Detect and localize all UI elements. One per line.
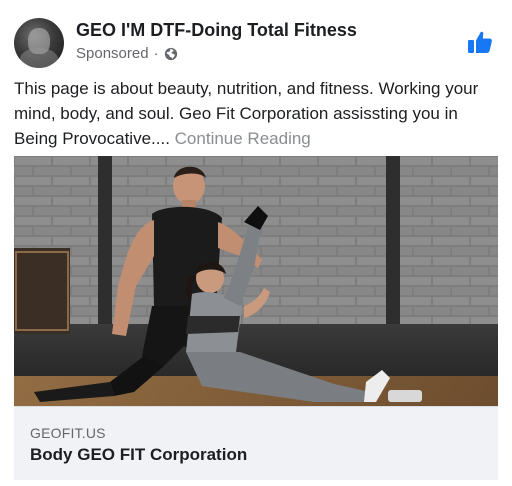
- post-meta: Sponsored ·: [76, 45, 178, 62]
- gym-photo: [14, 156, 498, 406]
- link-domain: GEOFIT.US: [30, 425, 106, 441]
- page-name-link[interactable]: GEO I'M DTF-Doing Total Fitness: [76, 20, 357, 41]
- page-avatar[interactable]: [14, 18, 64, 68]
- meta-separator: ·: [153, 45, 159, 62]
- globe-icon: [164, 47, 177, 60]
- continue-reading-link[interactable]: Continue Reading: [175, 129, 311, 148]
- thumbs-up-icon[interactable]: [466, 28, 494, 56]
- link-title[interactable]: Body GEO FIT Corporation: [30, 445, 247, 465]
- post-header: GEO I'M DTF-Doing Total Fitness Sponsore…: [14, 16, 498, 68]
- ad-image[interactable]: [14, 156, 498, 406]
- link-preview[interactable]: GEOFIT.US Body GEO FIT Corporation: [14, 406, 498, 480]
- sponsored-post: GEO I'M DTF-Doing Total Fitness Sponsore…: [0, 0, 512, 486]
- sponsored-label[interactable]: Sponsored: [76, 45, 149, 62]
- post-text: This page is about beauty, nutrition, an…: [14, 76, 500, 151]
